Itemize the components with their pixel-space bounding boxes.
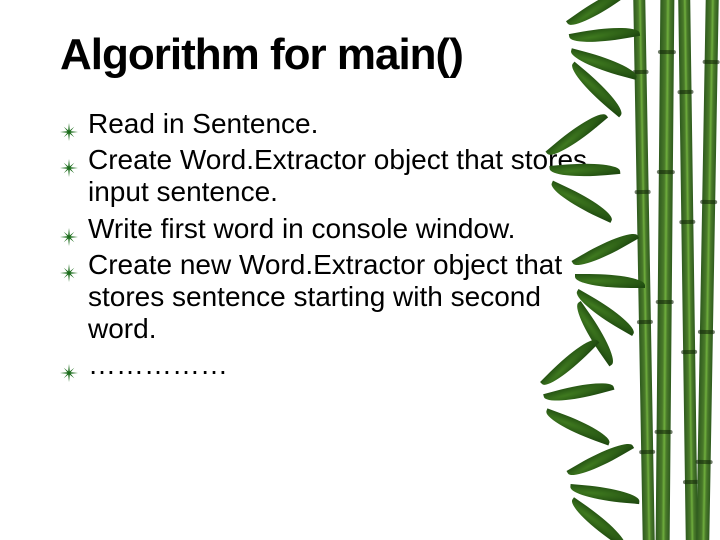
starburst-icon xyxy=(60,357,78,375)
list-item: Create new Word.Extractor object that st… xyxy=(60,249,600,346)
list-item: Write first word in console window. xyxy=(60,213,600,245)
bullet-text: Write first word in console window. xyxy=(88,213,600,245)
list-item: …………… xyxy=(60,349,600,381)
bullet-text: Read in Sentence. xyxy=(88,108,600,140)
starburst-icon xyxy=(60,152,78,170)
bullet-list: Read in Sentence. Create Word.Extractor … xyxy=(60,108,600,382)
slide-title: Algorithm for main() xyxy=(60,30,680,80)
bullet-text: Create Word.Extractor object that stores… xyxy=(88,144,600,208)
bullet-text: …………… xyxy=(88,349,600,381)
list-item: Read in Sentence. xyxy=(60,108,600,140)
starburst-icon xyxy=(60,221,78,239)
slide: Algorithm for main() Read in Sentence. C… xyxy=(0,0,720,540)
bullet-text: Create new Word.Extractor object that st… xyxy=(88,249,600,346)
starburst-icon xyxy=(60,116,78,134)
list-item: Create Word.Extractor object that stores… xyxy=(60,144,600,208)
bamboo-decoration xyxy=(610,0,720,540)
starburst-icon xyxy=(60,257,78,275)
